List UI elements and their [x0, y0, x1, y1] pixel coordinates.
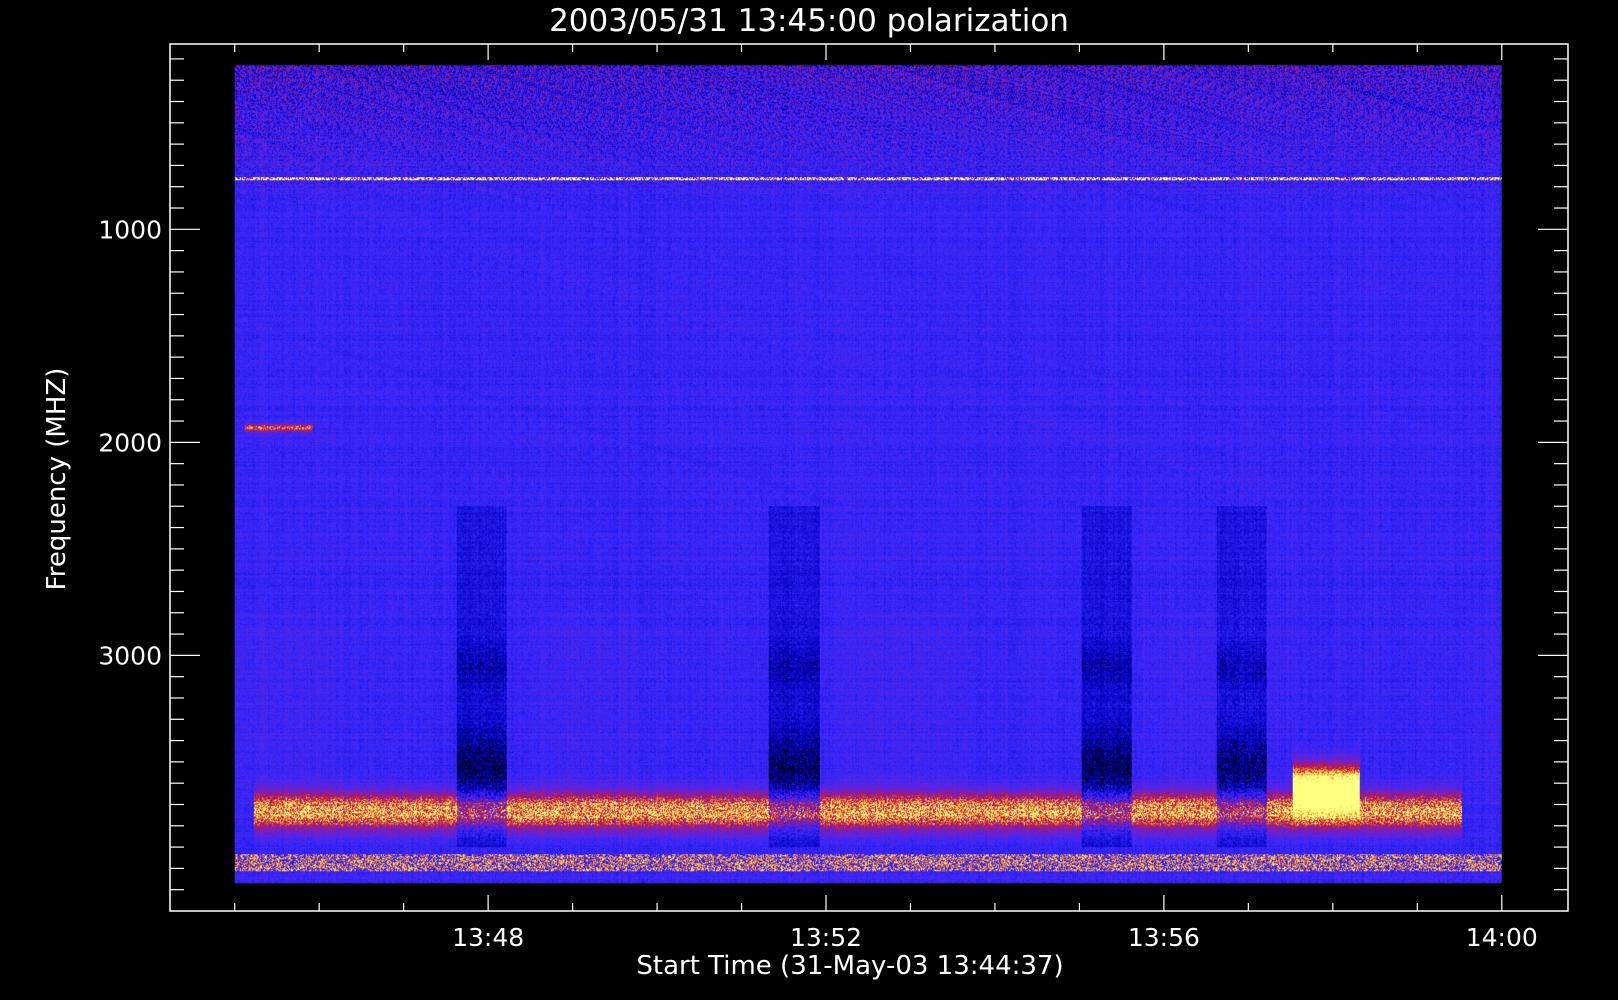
y-tick-label: 1000 [98, 215, 162, 244]
x-tick-label: 13:48 [452, 923, 524, 952]
spectrogram-heatmap [234, 65, 1502, 884]
x-tick-label: 13:52 [790, 923, 862, 952]
y-tick-label: 2000 [98, 428, 162, 457]
heatmap-image [234, 65, 1502, 884]
x-tick-label: 13:56 [1128, 923, 1200, 952]
chart-title: 2003/05/31 13:45:00 polarization [549, 3, 1069, 39]
spectrogram-chart: 2003/05/31 13:45:00 polarization 13:48 13… [42, 3, 1569, 981]
y-axis-label: Frequency (MHZ) [42, 368, 72, 591]
x-tick-label: 14:00 [1466, 923, 1538, 952]
x-axis-label: Start Time (31-May-03 13:44:37) [636, 951, 1063, 981]
y-tick-label: 3000 [98, 641, 162, 670]
